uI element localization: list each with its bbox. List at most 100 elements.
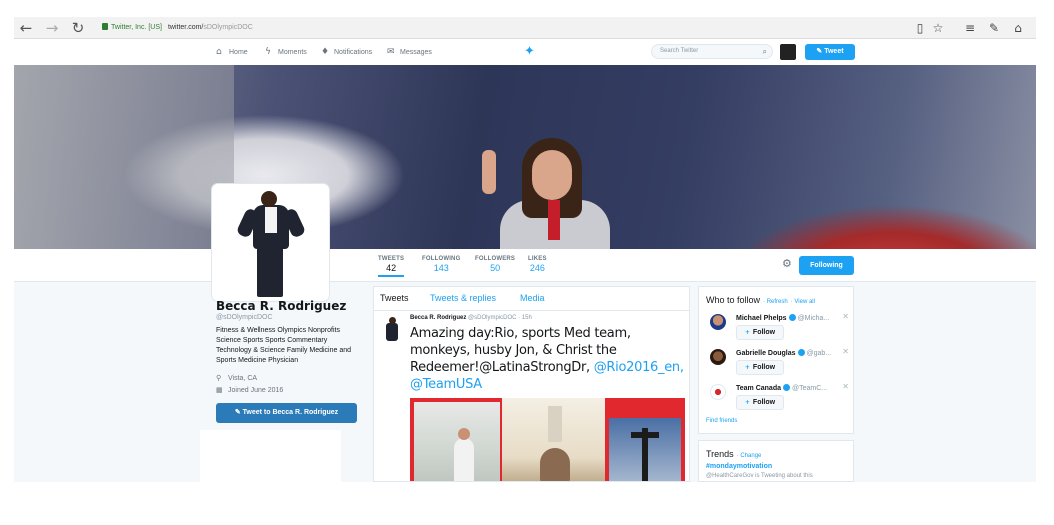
profile-avatar[interactable]	[212, 184, 329, 301]
lock-icon	[102, 23, 108, 30]
stat-likes[interactable]: LIKES 246	[528, 256, 547, 273]
address-bar[interactable]: Twitter, Inc. [US] twitter.com/sDOlympicD…	[102, 20, 902, 36]
suggestion-avatar[interactable]	[710, 384, 726, 400]
media-photo-3[interactable]	[609, 418, 681, 481]
profile-joined: ▦ Joined June 2016	[216, 386, 283, 394]
following-button[interactable]: Following	[799, 256, 854, 275]
nav-moments[interactable]: ϟ Moments	[265, 46, 307, 58]
profile-name[interactable]: Becca R. Rodriguez	[216, 299, 346, 313]
dismiss-icon[interactable]: ✕	[842, 312, 849, 321]
location-pin-icon: ⚲	[216, 374, 222, 382]
favorite-star-icon[interactable]: ☆	[930, 20, 946, 36]
reading-view-icon[interactable]: ▯	[912, 20, 928, 36]
forward-icon[interactable]: →	[44, 20, 60, 36]
media-photo-1[interactable]	[414, 402, 500, 481]
stat-value: 50	[490, 263, 501, 273]
left-module	[200, 430, 341, 482]
trend-context: @HealthCareGov is Tweeting about this	[706, 473, 813, 479]
tweet-text: Amazing day:Rio, sports Med team, monkey…	[410, 325, 685, 393]
cover-person	[482, 138, 632, 249]
nav-notifications-label: Notifications	[334, 49, 373, 56]
bell-icon: ♦	[321, 47, 330, 57]
nav-messages[interactable]: ✉ Messages	[387, 46, 432, 58]
nav-moments-label: Moments	[278, 49, 307, 56]
tab-media[interactable]: Media	[520, 293, 545, 303]
stat-label: FOLLOWERS	[475, 256, 516, 262]
media-photo-2[interactable]	[502, 398, 605, 481]
suggestion-name[interactable]: Gabrielle Douglas @gab...	[736, 349, 831, 357]
tweet-author-name[interactable]: Becca R. Rodriguez	[410, 315, 466, 321]
suggestion-name-text: Gabrielle Douglas	[736, 350, 796, 357]
stat-tweets[interactable]: TWEETS 42	[378, 256, 405, 277]
stat-label: FOLLOWING	[422, 256, 461, 262]
verified-icon	[783, 384, 790, 391]
follow-button[interactable]: + Follow	[736, 395, 784, 410]
refresh-link[interactable]: · Refresh	[763, 299, 788, 305]
suggestion-avatar[interactable]	[710, 314, 726, 330]
joined-text: Joined June 2016	[228, 387, 284, 394]
search-input[interactable]: Search Twitter ⌕	[651, 44, 773, 59]
hub-icon[interactable]: ≡	[962, 20, 978, 36]
suggestion-name[interactable]: Michael Phelps @Micha...	[736, 314, 829, 322]
lightning-icon: ϟ	[265, 47, 271, 57]
search-placeholder: Search Twitter	[660, 48, 699, 54]
tweet-avatar[interactable]	[382, 317, 402, 343]
tweet-to-label: Tweet to Becca R. Rodriguez	[242, 409, 339, 416]
tweet-time[interactable]: 15h	[522, 315, 532, 321]
nav-messages-label: Messages	[400, 49, 432, 56]
dismiss-icon[interactable]: ✕	[842, 347, 849, 356]
find-friends-link[interactable]: Find friends	[706, 418, 737, 424]
add-user-icon: +	[744, 399, 750, 406]
profile-handle[interactable]: @sDOlympicDOC	[216, 314, 273, 321]
who-to-follow: Who to follow · Refresh · View all Michael…	[698, 286, 854, 434]
follow-button[interactable]: + Follow	[736, 325, 784, 340]
stat-value: 42	[386, 263, 397, 273]
who-to-follow-title: Who to follow	[706, 295, 761, 305]
dismiss-icon[interactable]: ✕	[842, 382, 849, 391]
stat-followers[interactable]: FOLLOWERS 50	[475, 256, 515, 273]
profile-location: ⚲ Vista, CA	[216, 374, 257, 382]
cover-photo	[14, 65, 1036, 249]
add-user-icon: +	[744, 364, 750, 371]
back-icon[interactable]: ←	[18, 20, 34, 36]
suggestion-name[interactable]: Team Canada @TeamC...	[736, 384, 827, 392]
tweet-author-handle[interactable]: @sDOlympicDOC	[468, 315, 516, 321]
verified-icon	[797, 349, 805, 356]
stat-label: TWEETS	[378, 256, 405, 262]
tab-tweets[interactable]: Tweets	[380, 293, 409, 303]
tweet-to-button[interactable]: ✎ Tweet to Becca R. Rodriguez	[216, 403, 357, 423]
verified-icon	[788, 314, 796, 321]
suggestion-avatar[interactable]	[710, 349, 726, 365]
twitter-nav: ⌂ Home ϟ Moments ♦ Notifications ✉ Messages …	[14, 40, 1036, 65]
view-all-link[interactable]: · View all	[791, 299, 815, 305]
secure-label: Twitter, Inc. [US]	[111, 24, 162, 31]
stat-following[interactable]: FOLLOWING 143	[422, 256, 460, 273]
change-link[interactable]: · Change	[737, 453, 762, 459]
suggestion-item: Team Canada @TeamC... ✕ + Follow	[706, 382, 851, 416]
trend-item[interactable]: #mondaymotivation	[706, 463, 772, 470]
suggestion-item: Michael Phelps @Micha... ✕ + Follow	[706, 312, 851, 346]
compose-tweet-button[interactable]: ✎ Tweet	[805, 44, 855, 60]
nav-home[interactable]: ⌂ Home	[216, 46, 248, 58]
calendar-icon: ▦	[216, 386, 223, 394]
search-icon[interactable]: ⌕	[763, 45, 767, 58]
user-avatar[interactable]	[780, 44, 796, 60]
web-note-icon[interactable]: ✎	[986, 20, 1002, 36]
envelope-icon: ✉	[387, 47, 395, 57]
twitter-bird-icon[interactable]: ✦	[524, 44, 535, 59]
timeline: Tweets Tweets & replies Media Becca R. R…	[373, 286, 690, 482]
nav-notifications[interactable]: ♦ Notifications	[321, 46, 372, 58]
tweet-media[interactable]	[410, 398, 685, 481]
share-icon[interactable]: ⌂	[1010, 20, 1026, 36]
follow-label: Follow	[752, 329, 776, 336]
gear-icon[interactable]: ⚙	[782, 257, 792, 270]
stat-value: 143	[433, 263, 449, 273]
home-icon: ⌂	[216, 47, 222, 57]
url-host: twitter.com/	[167, 24, 204, 31]
follow-label: Follow	[752, 399, 776, 406]
refresh-icon[interactable]: ↻	[70, 20, 86, 36]
follow-button[interactable]: + Follow	[736, 360, 784, 375]
compose-tweet-label: Tweet	[824, 48, 844, 55]
tab-tweets-replies[interactable]: Tweets & replies	[430, 293, 496, 303]
timeline-tabs: Tweets Tweets & replies Media	[374, 287, 689, 311]
